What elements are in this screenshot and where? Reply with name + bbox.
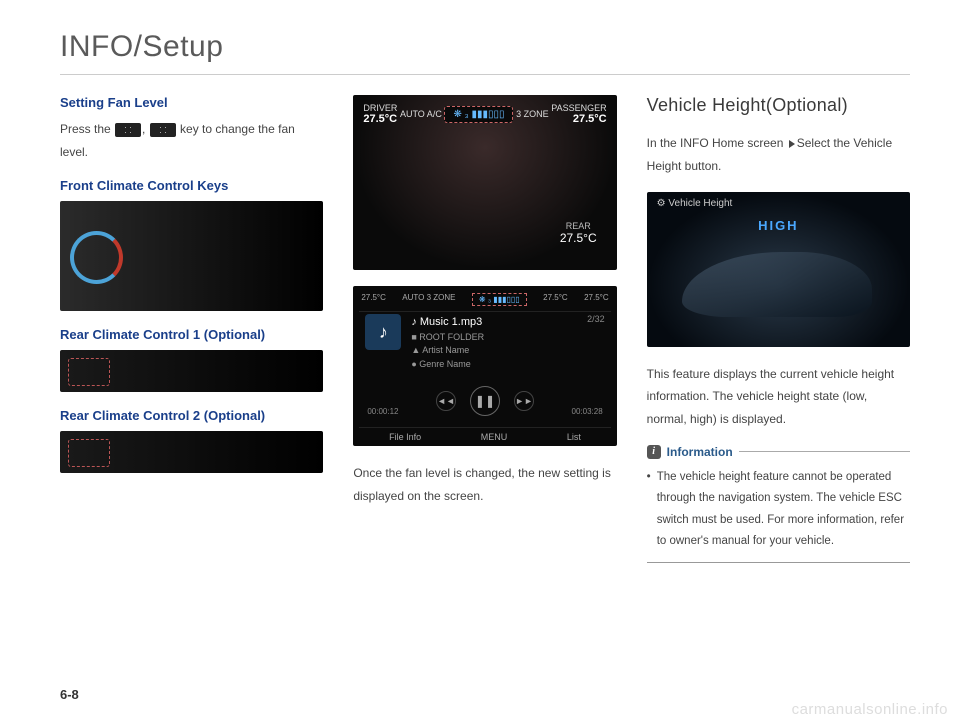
media-btn-menu: MENU — [481, 432, 508, 442]
caption-fan-level-changed: Once the fan level is changed, the new s… — [353, 462, 616, 508]
divider-line — [739, 451, 910, 452]
media-bar-zone: AUTO 3 ZONE — [402, 293, 455, 306]
heading-front-climate-keys: Front Climate Control Keys — [60, 178, 323, 193]
fan-down-key-icon — [115, 123, 141, 137]
image-rear-climate-2 — [60, 431, 323, 473]
media-bar-pass-temp: 27.5°C — [584, 293, 609, 306]
image-rear-climate-1 — [60, 350, 323, 392]
media-bar-driver-temp: 27.5°C — [361, 293, 386, 306]
climate-driver-label: DRIVER — [363, 103, 397, 113]
media-btn-list: List — [567, 432, 581, 442]
media-artist: ▲ Artist Name — [411, 344, 484, 358]
intro-before: In the INFO Home screen — [647, 136, 787, 150]
climate-driver-temp: 27.5°C — [363, 113, 397, 125]
info-bullet-text: The vehicle height feature cannot be ope… — [657, 467, 910, 552]
media-genre: ● Genre Name — [411, 358, 484, 372]
prev-icon: ◄◄ — [436, 391, 456, 411]
media-bar-rear-temp: 27.5°C — [543, 293, 568, 306]
next-icon: ►► — [514, 391, 534, 411]
column-2: DRIVER27.5°C AUTO A/C ❋ ₃ ▮▮▮▯▯▯ 3 ZONE … — [353, 95, 616, 563]
info-badge-icon: i — [647, 445, 661, 459]
column-3: Vehicle Height(Optional) In the INFO Hom… — [647, 95, 910, 563]
heading-rear-climate-1: Rear Climate Control 1 (Optional) — [60, 327, 323, 342]
watermark: carmanualsonline.info — [792, 701, 948, 718]
text-before-keys: Press the — [60, 122, 114, 136]
climate-rear-temp: 27.5°C — [560, 231, 597, 245]
column-1: Setting Fan Level Press the , key to cha… — [60, 95, 323, 563]
music-note-icon: ♪ — [365, 314, 401, 350]
information-list: • The vehicle height feature cannot be o… — [647, 467, 910, 563]
arrow-right-icon — [789, 140, 795, 148]
media-track-count: 2/32 — [587, 314, 605, 324]
play-pause-icon: ❚❚ — [470, 386, 500, 416]
information-heading: i Information — [647, 445, 910, 459]
information-label: Information — [667, 445, 733, 459]
climate-rear-label: REAR — [566, 221, 591, 231]
media-song-title: ♪ Music 1.mp3 — [411, 314, 484, 331]
climate-zone: 3 ZONE — [516, 109, 549, 119]
text-vehicle-height-desc: This feature displays the current vehicl… — [647, 363, 910, 431]
climate-auto-ac: AUTO A/C — [400, 109, 442, 119]
bullet-dot-icon: • — [647, 467, 651, 552]
image-front-climate-controls — [60, 201, 323, 311]
media-btn-fileinfo: File Info — [389, 432, 421, 442]
climate-passenger-temp: 27.5°C — [573, 113, 607, 125]
text-vehicle-height-intro: In the INFO Home screen Select the Vehic… — [647, 132, 910, 178]
climate-fan-indicator: ❋ ₃ ▮▮▮▯▯▯ — [444, 106, 513, 123]
vh-state-label: HIGH — [647, 218, 910, 233]
image-climate-screen: DRIVER27.5°C AUTO A/C ❋ ₃ ▮▮▮▯▯▯ 3 ZONE … — [353, 95, 616, 270]
fan-up-key-icon — [150, 123, 176, 137]
page-title: INFO/Setup — [60, 30, 910, 75]
heading-rear-climate-2: Rear Climate Control 2 (Optional) — [60, 408, 323, 423]
image-media-screen: 27.5°C AUTO 3 ZONE ❋ ₃ ▮▮▮▯▯▯ 27.5°C 27.… — [353, 286, 616, 446]
page-number: 6-8 — [60, 687, 79, 702]
media-folder: ■ ROOT FOLDER — [411, 331, 484, 345]
heading-setting-fan-level: Setting Fan Level — [60, 95, 323, 110]
media-bar-fan: ❋ ₃ ▮▮▮▯▯▯ — [472, 293, 527, 306]
image-vehicle-height-screen: ⚙ Vehicle Height HIGH — [647, 192, 910, 347]
climate-passenger-label: PASSENGER — [551, 103, 606, 113]
vh-screen-title: ⚙ Vehicle Height — [657, 198, 733, 209]
media-time-total: 00:03:28 — [572, 407, 603, 416]
text-press-key: Press the , key to change the fan level. — [60, 118, 323, 164]
heading-vehicle-height: Vehicle Height(Optional) — [647, 95, 910, 116]
content-columns: Setting Fan Level Press the , key to cha… — [60, 95, 910, 563]
